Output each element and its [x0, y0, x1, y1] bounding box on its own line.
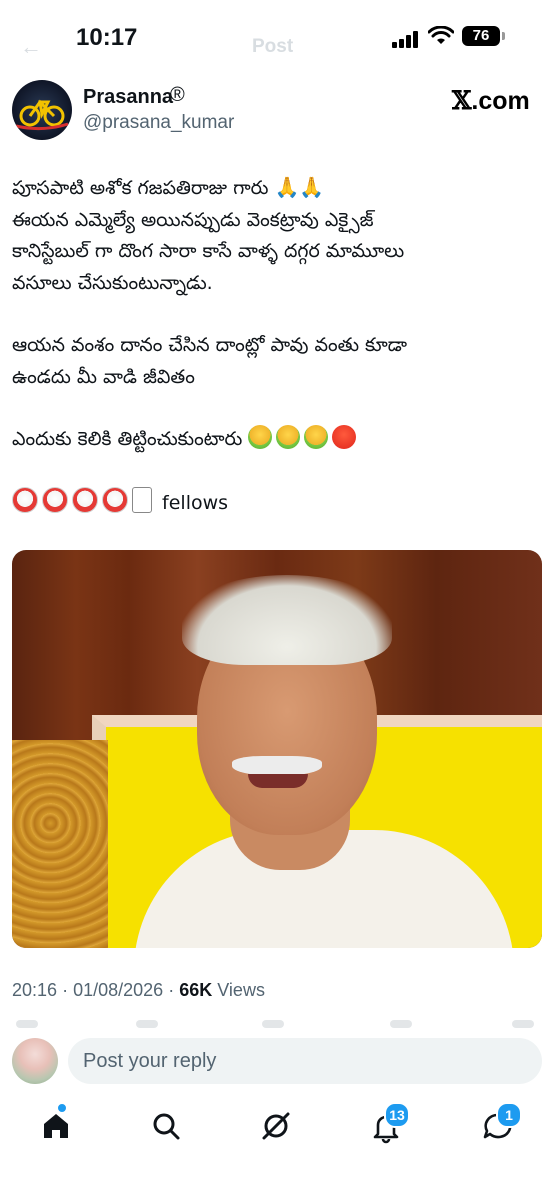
author-handle[interactable]: @prasana_kumar — [83, 112, 234, 134]
post-line: fellows — [12, 486, 542, 520]
author-avatar[interactable] — [12, 80, 72, 140]
vomit-emoji-icon — [304, 425, 329, 449]
views-label: Views — [217, 980, 265, 1000]
post-photo[interactable] — [12, 550, 542, 948]
bottom-tab-bar: 13 1 — [0, 1096, 554, 1158]
status-bar: ← Post 10:17 76 — [0, 0, 554, 72]
registered-icon: ® — [170, 84, 185, 106]
battery-icon: 76 — [462, 26, 500, 46]
tab-messages[interactable]: 1 — [478, 1102, 522, 1146]
status-time: 10:17 — [76, 24, 138, 51]
post-meta: 20:16 · 01/08/2026 · 66K Views — [12, 980, 265, 1000]
tab-search[interactable] — [146, 1106, 186, 1146]
messages-badge: 1 — [496, 1102, 522, 1128]
page-title: Post — [252, 36, 294, 57]
post-text: పూసపాటి అశోక గజపతిరాజు గారు 🙏🙏 ఈయన ఎమ్మె… — [12, 172, 542, 519]
vomit-emoji-icon — [248, 425, 273, 449]
post-date: 01/08/2026 — [73, 980, 164, 1000]
action-row — [0, 1020, 554, 1030]
repost-icon[interactable] — [136, 1020, 158, 1028]
clown-emoji-icon — [72, 486, 98, 513]
tab-home[interactable] — [36, 1102, 76, 1146]
grok-icon — [262, 1112, 290, 1140]
post-line: వసూలు చేసుకుంటున్నాడు. — [12, 271, 213, 294]
tab-grok[interactable] — [256, 1106, 296, 1146]
pray-emoji-icon: 🙏🙏 — [274, 175, 325, 199]
reply-input[interactable]: Post your reply — [68, 1038, 542, 1084]
post-line: పూసపాటి అశోక గజపతిరాజు గారు 🙏🙏 — [12, 172, 542, 205]
x-com-logo: 𝕏.com — [452, 86, 530, 115]
clown-emoji-icon — [102, 486, 128, 513]
tab-notifications[interactable]: 13 — [366, 1102, 410, 1146]
clown-emoji-icon — [42, 486, 68, 513]
post-line: ఎందుకు కెలికి తిట్టించుకుంటారు — [12, 424, 542, 456]
post-line: ఉండదు మీ వాడి జీవితం — [12, 365, 195, 388]
post-time: 20:16 — [12, 980, 58, 1000]
like-icon[interactable] — [262, 1020, 284, 1028]
back-arrow-icon[interactable]: ← — [20, 34, 42, 60]
reply-icon[interactable] — [16, 1020, 38, 1028]
post-line: కానిస్టేబుల్ గా దొంగ సారా కాసే వాళ్ళ దగ్… — [12, 240, 405, 262]
share-icon[interactable] — [512, 1020, 534, 1028]
author-name[interactable]: Prasanna — [83, 86, 173, 109]
angry-emoji-icon — [332, 425, 357, 449]
user-avatar[interactable] — [12, 1038, 58, 1084]
vomit-emoji-icon — [276, 425, 301, 449]
post-line: ఆయన వంశం దానం చేసిన దాంట్లో పావు వంతు కూ… — [12, 334, 408, 356]
views-count[interactable]: 66K — [179, 980, 212, 1000]
notifications-badge: 13 — [384, 1102, 410, 1128]
post-header: Prasanna ® @prasana_kumar 𝕏.com — [0, 78, 554, 142]
home-icon — [44, 1114, 68, 1138]
battery-tip — [502, 32, 505, 40]
joker-card-emoji-icon — [132, 486, 152, 513]
search-icon — [153, 1113, 180, 1140]
clown-emoji-icon — [12, 486, 38, 513]
post-line: ఈయన ఎమ్మెల్యే అయినప్పుడు వెంకట్రావు ఎక్స… — [12, 208, 374, 231]
bicycle-logo-icon — [15, 99, 69, 131]
wifi-icon — [428, 26, 454, 44]
home-unread-dot — [56, 1102, 68, 1114]
cellular-signal-icon — [392, 30, 420, 48]
bookmark-icon[interactable] — [390, 1020, 412, 1028]
reply-bar: Post your reply — [0, 1032, 554, 1092]
